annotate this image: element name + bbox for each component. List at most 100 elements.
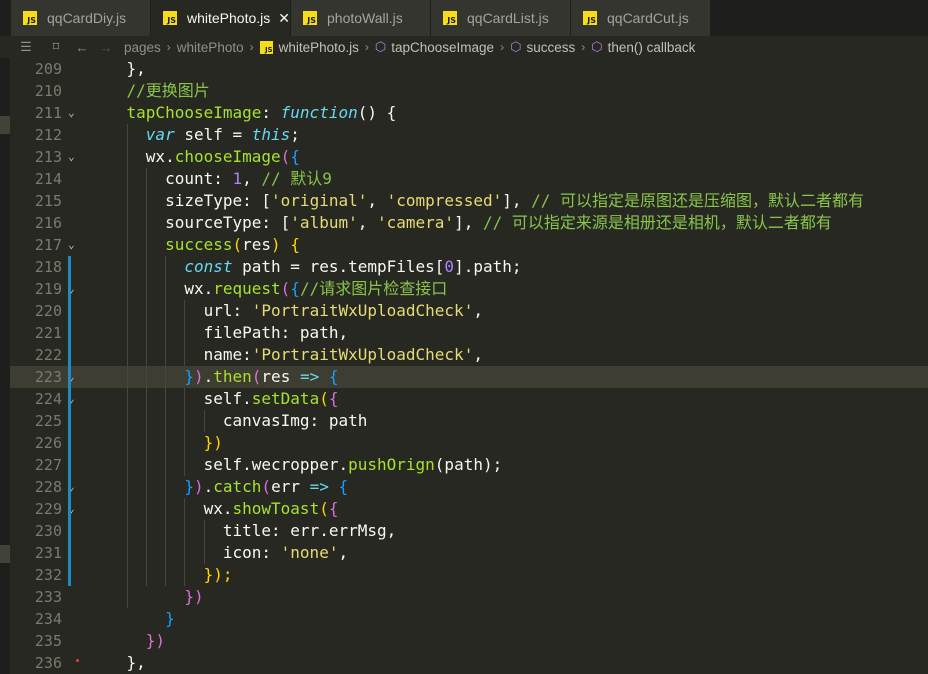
- chevron-down-icon[interactable]: ⌄: [68, 234, 75, 256]
- code-token: 1: [232, 169, 243, 188]
- code-token: 'compressed': [386, 191, 503, 210]
- chevron-right-icon: ›: [166, 40, 171, 54]
- code-token: {: [338, 477, 349, 496]
- code-token: url:: [88, 301, 252, 320]
- code-token: (: [319, 389, 329, 408]
- code-token: self =: [174, 125, 252, 144]
- chevron-down-icon[interactable]: ⌄: [68, 146, 75, 168]
- code-token: 0: [444, 257, 455, 276]
- code-line[interactable]: 210 //更换图片: [10, 80, 928, 102]
- line-number: 225: [34, 412, 62, 430]
- code-token: }: [88, 609, 175, 628]
- code-line[interactable]: 234 }: [10, 608, 928, 630]
- list-icon[interactable]: ☰: [18, 39, 34, 55]
- code-token: .: [203, 367, 214, 386]
- code-line[interactable]: 232 });: [10, 564, 928, 586]
- breadcrumb-method[interactable]: tapChooseImage: [391, 40, 494, 55]
- line-number: 220: [34, 302, 62, 320]
- breadcrumb-file[interactable]: whitePhoto.js: [279, 40, 359, 55]
- code-line[interactable]: 209 },: [10, 58, 928, 80]
- code-token: ,: [357, 213, 377, 232]
- code-token: name:: [88, 345, 252, 364]
- chevron-down-icon[interactable]: ⌄: [68, 102, 75, 124]
- code-text: const path = res.tempFiles[0].path;: [88, 256, 522, 278]
- code-token: // 可以指定来源是相册还是相机，默认二者都有: [482, 213, 832, 232]
- code-text: wx.request({//请求图片检查接口: [88, 278, 447, 300]
- code-line[interactable]: 214 count: 1, // 默认9: [10, 168, 928, 190]
- line-number: 214: [34, 170, 62, 188]
- chevron-right-icon: ›: [500, 40, 505, 54]
- code-token: // 默认9: [261, 169, 332, 188]
- breadcrumb-pages[interactable]: pages: [124, 40, 161, 55]
- code-token: ,: [338, 543, 349, 562]
- code-editor[interactable]: 209 }, 210 //更换图片 211 ⌄ tapChooseImage: fun…: [10, 58, 928, 674]
- code-token: }: [88, 477, 194, 496]
- code-line[interactable]: 220 url: 'PortraitWxUploadCheck',: [10, 300, 928, 322]
- line-number: 215: [34, 192, 62, 210]
- code-line[interactable]: 231 icon: 'none',: [10, 542, 928, 564]
- code-line[interactable]: 217 ⌄ success(res) {: [10, 234, 928, 256]
- code-line[interactable]: 229 ⌄ wx.showToast({: [10, 498, 928, 520]
- breadcrumb: ☰ ⌑ ← → pages › whitePhoto › JS whitePho…: [0, 36, 928, 58]
- code-line[interactable]: 212 var self = this;: [10, 124, 928, 146]
- code-line[interactable]: 236 },: [10, 652, 928, 674]
- code-token: tapChooseImage: [88, 103, 262, 122]
- code-token: ].path;: [454, 257, 522, 276]
- code-token: // 可以指定是原图还是压缩图，默认二者都有: [531, 191, 865, 210]
- tab-qqcardlist[interactable]: JS qqCardList.js: [431, 0, 571, 36]
- tab-photowall[interactable]: JS photoWall.js: [291, 0, 431, 36]
- tab-label: qqCardDiy.js: [47, 10, 127, 26]
- code-line[interactable]: 219 ⌄ wx.request({//请求图片检查接口: [10, 278, 928, 300]
- code-line[interactable]: 222 name:'PortraitWxUploadCheck',: [10, 344, 928, 366]
- line-number: 218: [34, 258, 62, 276]
- code-token: {: [290, 147, 300, 166]
- code-line[interactable]: 224 ⌄ self.setData({: [10, 388, 928, 410]
- code-line[interactable]: 226 }): [10, 432, 928, 454]
- code-text: });: [88, 564, 233, 586]
- code-text: title: err.errMsg,: [88, 520, 396, 542]
- code-token: chooseImage: [174, 147, 281, 166]
- indent-guide: [203, 520, 205, 564]
- back-arrow-icon[interactable]: ←: [74, 40, 90, 55]
- code-token: }: [88, 367, 194, 386]
- breadcrumb-callback[interactable]: then() callback: [608, 40, 696, 55]
- bookmark-icon[interactable]: ⌑: [48, 39, 64, 55]
- breadcrumb-folder[interactable]: whitePhoto: [177, 40, 244, 55]
- code-token: }): [88, 433, 223, 452]
- code-line[interactable]: 215 sizeType: ['original', 'compressed']…: [10, 190, 928, 212]
- code-line[interactable]: 225 canvasImg: path: [10, 410, 928, 432]
- tab-qqcarddiy[interactable]: JS qqCardDiy.js: [11, 0, 151, 36]
- code-token: (: [319, 499, 329, 518]
- code-token: //更换图片: [88, 81, 210, 100]
- code-line[interactable]: 221 filePath: path,: [10, 322, 928, 344]
- tab-whitephoto[interactable]: JS whitePhoto.js ✕: [151, 0, 291, 36]
- tab-qqcardcut[interactable]: JS qqCardCut.js: [571, 0, 711, 36]
- code-token: ,: [473, 301, 483, 320]
- code-token: },: [88, 653, 146, 672]
- code-text: success(res) {: [88, 234, 300, 256]
- code-line[interactable]: 218 const path = res.tempFiles[0].path;: [10, 256, 928, 278]
- code-line[interactable]: 216 sourceType: ['album', 'camera'], // …: [10, 212, 928, 234]
- breadcrumb-success[interactable]: success: [526, 40, 575, 55]
- tab-label: photoWall.js: [327, 10, 403, 26]
- code-text: //更换图片: [88, 80, 210, 102]
- code-token: request: [213, 279, 281, 298]
- code-line[interactable]: 211 ⌄ tapChooseImage: function() {: [10, 102, 928, 124]
- strip-marker: [0, 116, 10, 134]
- code-line[interactable]: 230 title: err.errMsg,: [10, 520, 928, 542]
- tab-label: whitePhoto.js: [186, 10, 271, 26]
- code-line[interactable]: 223 ⌄ }).then(res => {: [10, 366, 928, 388]
- code-token: },: [88, 59, 146, 78]
- code-token: =>: [309, 477, 329, 496]
- close-icon[interactable]: ✕: [278, 10, 290, 27]
- code-token: ): [271, 235, 281, 254]
- code-token: var: [88, 125, 175, 144]
- code-token: 'album': [290, 213, 358, 232]
- code-line[interactable]: 213 ⌄ wx.chooseImage({: [10, 146, 928, 168]
- code-line[interactable]: 235 }): [10, 630, 928, 652]
- code-line[interactable]: 233 }): [10, 586, 928, 608]
- code-line[interactable]: 228 ⌄ }).catch(err => {: [10, 476, 928, 498]
- forward-arrow-icon[interactable]: →: [98, 40, 114, 55]
- code-line[interactable]: 227 self.wecropper.pushOrign(path);: [10, 454, 928, 476]
- code-text: count: 1, // 默认9: [88, 168, 332, 190]
